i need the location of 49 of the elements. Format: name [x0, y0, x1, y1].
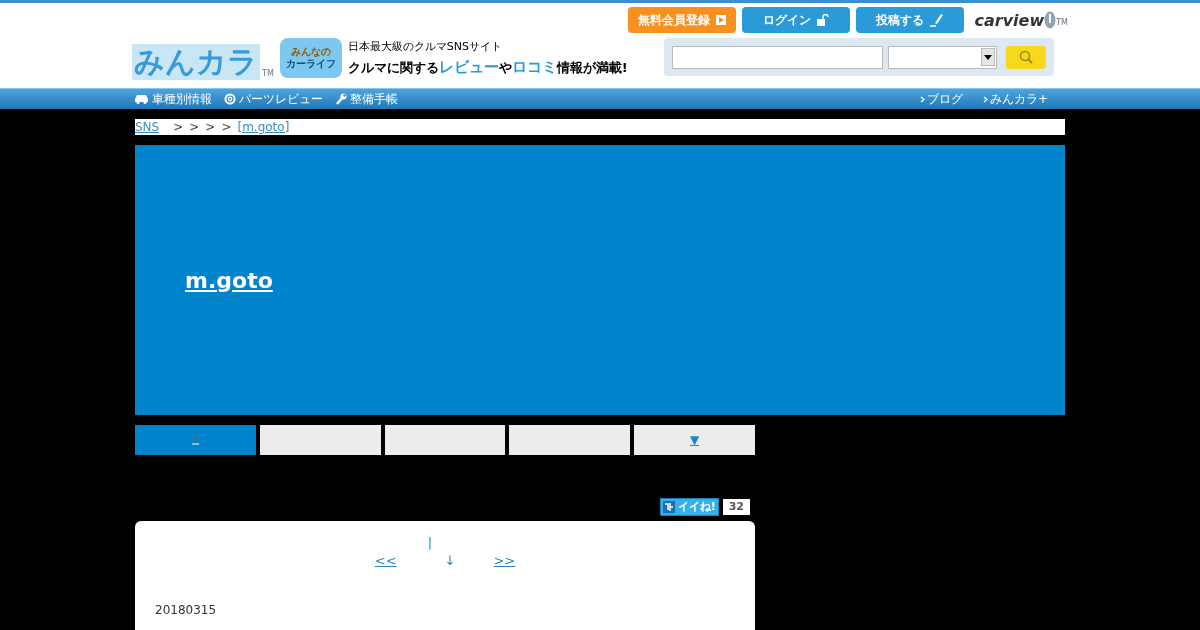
nav-link[interactable]: ブログ	[919, 90, 963, 108]
car-icon	[134, 94, 149, 104]
breadcrumb-link[interactable]: SNS	[135, 121, 168, 133]
site-logo[interactable]: みんカラ	[132, 44, 260, 80]
profile-name-link[interactable]: m.goto	[185, 263, 273, 297]
badge-text: カーライフ	[285, 58, 336, 70]
like-count: 32	[722, 499, 750, 515]
login-button[interactable]: ログイン	[742, 7, 851, 33]
carview-logo[interactable]: carview TM	[974, 11, 1068, 29]
breadcrumb-link[interactable]: [m.goto]	[237, 121, 298, 133]
headline: クルマに関する レビューやロコミ情報が満載!	[347, 56, 628, 78]
breadcrumb-separator: >	[221, 121, 232, 133]
breadcrumb-separator: >	[173, 121, 184, 133]
profile-tab[interactable]	[384, 425, 506, 455]
profile-tab[interactable]	[509, 425, 631, 455]
wrench-icon	[335, 93, 347, 105]
trademark-text: TM	[262, 68, 274, 80]
search-button[interactable]	[1006, 45, 1046, 69]
tagline: 日本最大級のクルマSNSサイト	[347, 39, 503, 55]
next-link[interactable]: >>	[485, 551, 516, 571]
breadcrumb-separator: >	[205, 121, 216, 133]
wheel-icon	[224, 93, 236, 105]
grid-icon	[662, 501, 675, 513]
search-icon	[1019, 50, 1034, 64]
play-icon	[716, 15, 727, 25]
chevron-icon	[982, 95, 988, 103]
chevron-icon	[919, 95, 925, 103]
breadcrumb-separator: >	[189, 121, 200, 133]
nav-link[interactable]: みんカラ+	[982, 90, 1048, 108]
nav-link[interactable]: 車種別情報	[134, 90, 212, 108]
post-date: 20180315	[154, 601, 218, 619]
previous-link[interactable]: <<	[374, 551, 415, 571]
marker-icon	[190, 435, 201, 445]
like-button[interactable]: イイね!	[659, 498, 719, 516]
nav-link[interactable]: パーツレビュー	[224, 90, 323, 108]
padlock-icon	[817, 14, 830, 26]
search-field[interactable]	[672, 45, 883, 69]
dropdown-arrow-icon	[981, 48, 996, 66]
category-dropdown[interactable]	[887, 45, 998, 69]
badge-text: みんなの	[290, 46, 331, 58]
pen-icon	[930, 13, 945, 27]
profile-tab[interactable]	[135, 425, 256, 455]
post-button[interactable]: 投稿する	[856, 7, 965, 33]
profile-tab[interactable]	[259, 425, 381, 455]
up-link[interactable]: |	[427, 535, 463, 551]
profile-tab[interactable]: ▼	[634, 425, 755, 455]
nav-link[interactable]: 整備手帳	[335, 90, 398, 108]
down-link[interactable]: ↓	[444, 551, 456, 571]
register-button[interactable]: 無料会員登録	[628, 7, 737, 33]
